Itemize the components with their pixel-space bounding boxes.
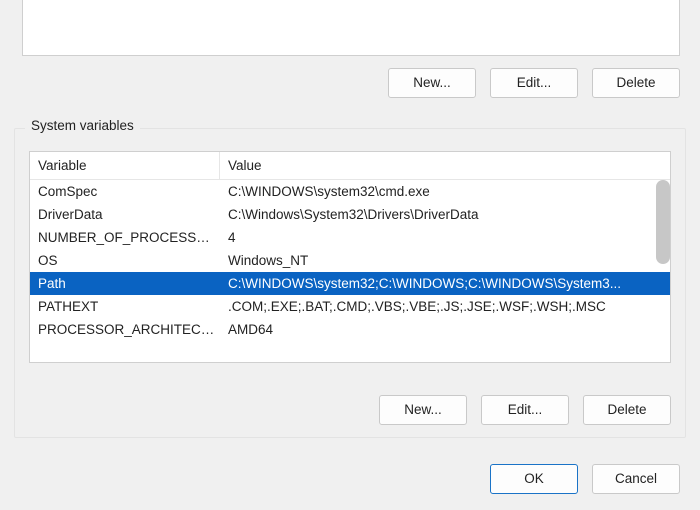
cell-variable: DriverData bbox=[30, 203, 220, 226]
cell-value: 4 bbox=[220, 226, 670, 249]
cell-value: C:\WINDOWS\system32\cmd.exe bbox=[220, 180, 670, 203]
cell-variable: OS bbox=[30, 249, 220, 272]
table-row[interactable]: PROCESSOR_ARCHITECTU...AMD64 bbox=[30, 318, 670, 341]
system-edit-button[interactable]: Edit... bbox=[481, 395, 569, 425]
cell-variable: PROCESSOR_ARCHITECTU... bbox=[30, 318, 220, 341]
system-variables-table[interactable]: Variable Value ComSpecC:\WINDOWS\system3… bbox=[29, 151, 671, 363]
system-variables-group: System variables Variable Value ComSpecC… bbox=[14, 128, 686, 438]
user-variables-list[interactable] bbox=[22, 0, 680, 56]
table-header: Variable Value bbox=[30, 152, 670, 180]
system-variables-label: System variables bbox=[25, 118, 140, 133]
cell-value: .COM;.EXE;.BAT;.CMD;.VBS;.VBE;.JS;.JSE;.… bbox=[220, 295, 670, 318]
cell-value: C:\Windows\System32\Drivers\DriverData bbox=[220, 203, 670, 226]
cell-value: Windows_NT bbox=[220, 249, 670, 272]
user-new-button[interactable]: New... bbox=[388, 68, 476, 98]
system-new-button[interactable]: New... bbox=[379, 395, 467, 425]
ok-button[interactable]: OK bbox=[490, 464, 578, 494]
table-row[interactable]: ComSpecC:\WINDOWS\system32\cmd.exe bbox=[30, 180, 670, 203]
cell-variable: Path bbox=[30, 272, 220, 295]
cell-variable: PATHEXT bbox=[30, 295, 220, 318]
column-header-variable[interactable]: Variable bbox=[30, 152, 220, 180]
cell-variable: NUMBER_OF_PROCESSORS bbox=[30, 226, 220, 249]
user-delete-button[interactable]: Delete bbox=[592, 68, 680, 98]
table-body[interactable]: ComSpecC:\WINDOWS\system32\cmd.exeDriver… bbox=[30, 180, 670, 362]
table-row[interactable]: PathC:\WINDOWS\system32;C:\WINDOWS;C:\WI… bbox=[30, 272, 670, 295]
environment-variables-dialog: New... Edit... Delete System variables V… bbox=[0, 0, 700, 510]
table-row[interactable]: NUMBER_OF_PROCESSORS4 bbox=[30, 226, 670, 249]
cancel-button[interactable]: Cancel bbox=[592, 464, 680, 494]
dialog-buttons: OK Cancel bbox=[490, 464, 680, 494]
system-variables-buttons: New... Edit... Delete bbox=[379, 395, 671, 425]
system-delete-button[interactable]: Delete bbox=[583, 395, 671, 425]
cell-value: AMD64 bbox=[220, 318, 670, 341]
user-edit-button[interactable]: Edit... bbox=[490, 68, 578, 98]
column-header-value[interactable]: Value bbox=[220, 152, 670, 180]
table-row[interactable]: DriverDataC:\Windows\System32\Drivers\Dr… bbox=[30, 203, 670, 226]
cell-variable: ComSpec bbox=[30, 180, 220, 203]
cell-value: C:\WINDOWS\system32;C:\WINDOWS;C:\WINDOW… bbox=[220, 272, 670, 295]
table-row[interactable]: PATHEXT.COM;.EXE;.BAT;.CMD;.VBS;.VBE;.JS… bbox=[30, 295, 670, 318]
user-variables-buttons: New... Edit... Delete bbox=[14, 68, 680, 98]
table-row[interactable]: OSWindows_NT bbox=[30, 249, 670, 272]
